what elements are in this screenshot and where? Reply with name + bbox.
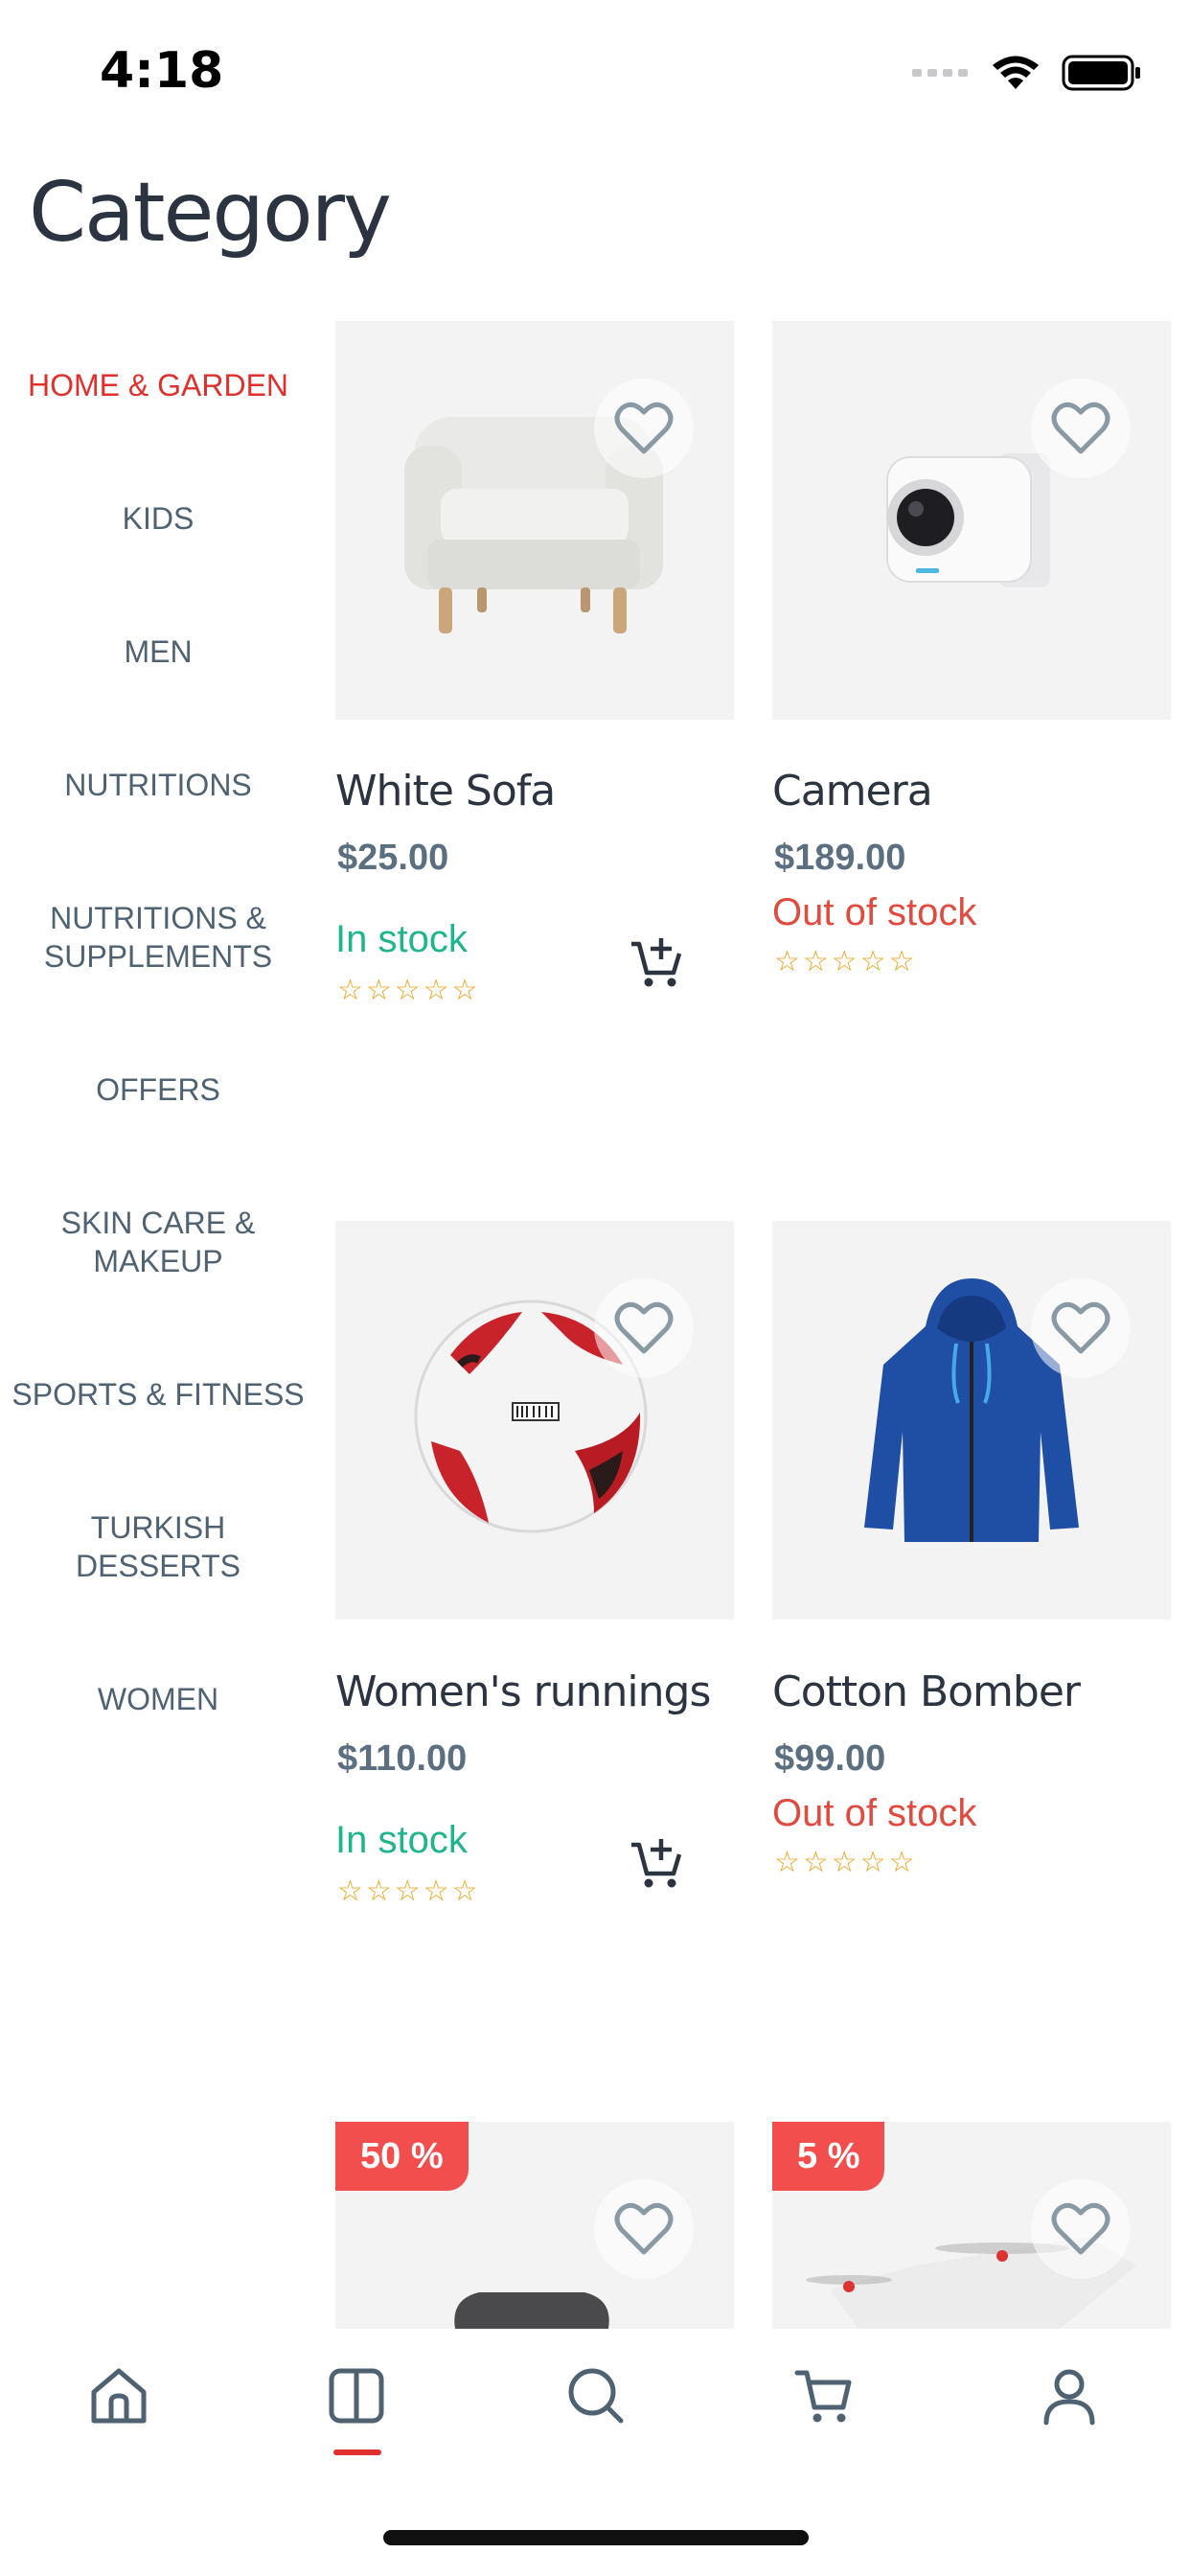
home-icon <box>91 2368 147 2424</box>
stock-status: Out of stock <box>772 891 977 933</box>
stock-status: Out of stock <box>772 1792 977 1834</box>
armchair-image <box>404 417 663 633</box>
discount-badge: 5 % <box>772 2122 885 2191</box>
product-price: $99.00 <box>774 1738 886 1779</box>
heart-icon <box>1051 1301 1110 1354</box>
sidebar-item-kids[interactable]: KIDS <box>0 499 316 538</box>
product-price: $110.00 <box>337 1738 468 1779</box>
status-time: 4:18 <box>100 42 224 100</box>
add-to-cart-icon <box>631 1839 682 1888</box>
sidebar-item-offers[interactable]: OFFERS <box>0 1070 316 1109</box>
camera-image <box>886 453 1050 587</box>
sidebar-item-nutritions[interactable]: NUTRITIONS <box>0 766 316 804</box>
product-image-camera[interactable] <box>772 321 1171 720</box>
rating-stars: ☆☆☆☆☆ <box>774 1847 918 1878</box>
status-icons <box>912 54 1142 92</box>
add-to-cart-button[interactable] <box>628 934 685 992</box>
sidebar-item-nutritions-supplements[interactable]: NUTRITIONS & SUPPLEMENTS <box>0 899 316 976</box>
cart-icon <box>794 2370 852 2423</box>
heart-icon <box>614 402 674 454</box>
product-image-white-sofa[interactable] <box>335 321 734 720</box>
product-name[interactable]: White Sofa <box>335 767 556 816</box>
favorite-button[interactable] <box>594 379 694 478</box>
battery-icon <box>1062 55 1140 91</box>
nav-cart[interactable] <box>786 2358 862 2434</box>
favorite-button[interactable] <box>1031 1278 1131 1378</box>
nav-home[interactable] <box>80 2358 157 2434</box>
page-title: Category <box>29 165 392 261</box>
profile-icon <box>1043 2369 1095 2426</box>
product-price: $25.00 <box>337 838 449 878</box>
favorite-button[interactable] <box>1031 379 1131 478</box>
active-tab-indicator <box>333 2450 381 2455</box>
nav-profile[interactable] <box>1031 2358 1108 2434</box>
sidebar-item-home-garden[interactable]: HOME & GARDEN <box>0 366 316 404</box>
soccer-ball-image <box>414 1300 648 1533</box>
add-to-cart-button[interactable] <box>628 1835 685 1893</box>
search-icon <box>568 2368 624 2424</box>
heart-icon <box>1051 402 1110 454</box>
favorite-button[interactable] <box>594 2179 694 2279</box>
sidebar-item-men[interactable]: MEN <box>0 632 316 671</box>
heart-icon <box>614 2202 674 2255</box>
rating-stars: ☆☆☆☆☆ <box>774 946 918 978</box>
category-icon <box>329 2368 384 2424</box>
jacket-image <box>864 1278 1079 1542</box>
rating-stars: ☆☆☆☆☆ <box>337 975 481 1006</box>
sidebar-item-turkish-desserts[interactable]: TURKISH DESSERTS <box>0 1508 316 1585</box>
favorite-button[interactable] <box>594 1278 694 1378</box>
product-image-soccer-ball[interactable] <box>335 1221 734 1620</box>
discount-badge: 50 % <box>335 2122 469 2191</box>
sidebar-item-women[interactable]: WOMEN <box>0 1680 316 1718</box>
stock-status: In stock <box>335 1819 468 1861</box>
wifi-icon <box>993 56 1039 89</box>
cellular-signal-icon <box>912 69 968 77</box>
add-to-cart-icon <box>631 938 682 987</box>
sidebar-item-skin-care-makeup[interactable]: SKIN CARE & MAKEUP <box>0 1204 316 1280</box>
product-name[interactable]: Women's runnings <box>335 1668 711 1716</box>
heart-icon <box>1051 2202 1110 2255</box>
nav-category[interactable] <box>318 2358 395 2434</box>
heart-icon <box>614 1301 674 1354</box>
stock-status: In stock <box>335 918 468 960</box>
nav-search[interactable] <box>558 2358 634 2434</box>
product-price: $189.00 <box>774 838 906 878</box>
favorite-button[interactable] <box>1031 2179 1131 2279</box>
sidebar-item-sports-fitness[interactable]: SPORTS & FITNESS <box>0 1375 316 1414</box>
home-indicator <box>383 2530 809 2545</box>
product-name[interactable]: Camera <box>772 767 933 816</box>
rating-stars: ☆☆☆☆☆ <box>337 1875 481 1907</box>
product-name[interactable]: Cotton Bomber <box>772 1668 1081 1716</box>
product-image-jacket[interactable] <box>772 1221 1171 1620</box>
